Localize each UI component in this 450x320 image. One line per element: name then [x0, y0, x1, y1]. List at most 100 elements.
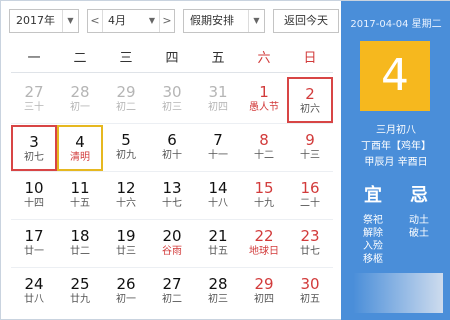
- day-number: 26: [116, 275, 136, 293]
- day-cell[interactable]: 29 初四: [241, 269, 287, 315]
- day-cell[interactable]: 27 三十: [11, 77, 57, 123]
- lunar-label: 廿一: [24, 246, 44, 257]
- lunar-label: 初四: [208, 102, 228, 113]
- day-cell[interactable]: 16 二十: [287, 173, 333, 219]
- day-number: 17: [24, 227, 44, 245]
- lunar-label: 十六: [116, 198, 136, 209]
- day-cell[interactable]: 3 初七: [11, 125, 57, 171]
- day-cell[interactable]: 8 十二: [241, 125, 287, 171]
- row-divider: [11, 171, 333, 172]
- day-cell[interactable]: 1 愚人节: [241, 77, 287, 123]
- day-cell[interactable]: 5 初九: [103, 125, 149, 171]
- day-cell[interactable]: 30 初五: [287, 269, 333, 315]
- day-number: 21: [208, 227, 228, 245]
- calendar-window: 2017年 ▼ < 4月 ▼ > 假期安排 ▼ 返回今天 一二三四五六日 27 三…: [0, 0, 450, 320]
- day-cell[interactable]: 28 初三: [195, 269, 241, 315]
- weekday-label: 一: [27, 51, 41, 66]
- day-number: 2: [305, 85, 315, 103]
- day-cell[interactable]: 31 初四: [195, 77, 241, 123]
- ji-title: 忌: [410, 185, 428, 206]
- day-cell[interactable]: 14 十八: [195, 173, 241, 219]
- lunar-label: 十四: [24, 198, 44, 209]
- day-cell[interactable]: 27 初二: [149, 269, 195, 315]
- day-number: 19: [116, 227, 136, 245]
- weekday-label: 五: [211, 51, 225, 66]
- day-cell[interactable]: 22 地球日: [241, 221, 287, 267]
- day-number: 18: [70, 227, 90, 245]
- watermark-blur: [353, 273, 443, 313]
- day-number: 22: [254, 227, 274, 245]
- day-number: 28: [208, 275, 228, 293]
- lunar-label: 十七: [162, 198, 182, 209]
- day-cell[interactable]: 29 初二: [103, 77, 149, 123]
- day-cell[interactable]: 12 十六: [103, 173, 149, 219]
- lunar-label: 十三: [300, 150, 320, 161]
- day-cell[interactable]: 10 十四: [11, 173, 57, 219]
- lunar-label: 初三: [208, 294, 228, 305]
- day-cell[interactable]: 15 十九: [241, 173, 287, 219]
- month-select-value: 4月: [108, 14, 126, 27]
- weekday-label: 二: [73, 51, 87, 66]
- year-select-value: 2017年: [16, 14, 55, 27]
- day-cell[interactable]: 6 初十: [149, 125, 195, 171]
- day-cell[interactable]: 18 廿二: [57, 221, 103, 267]
- lunar-label: 初二: [162, 294, 182, 305]
- day-number: 25: [70, 275, 90, 293]
- row-divider: [11, 219, 333, 220]
- day-cell[interactable]: 2 初六: [287, 77, 333, 123]
- day-cell[interactable]: 13 十七: [149, 173, 195, 219]
- day-cell-today[interactable]: 4 清明: [57, 125, 103, 171]
- back-to-today-label: 返回今天: [284, 14, 328, 27]
- lunar-label: 十二: [254, 150, 274, 161]
- day-number: 7: [213, 131, 223, 149]
- day-number: 10: [24, 179, 44, 197]
- year-select[interactable]: 2017年 ▼: [9, 9, 79, 33]
- holiday-select[interactable]: 假期安排 ▼: [183, 9, 265, 33]
- weekday-label: 三: [119, 51, 133, 66]
- day-cell[interactable]: 23 廿七: [287, 221, 333, 267]
- day-number: 30: [300, 275, 320, 293]
- lunar-label: 初七: [24, 152, 44, 163]
- day-number: 1: [259, 83, 269, 101]
- day-cell[interactable]: 25 廿九: [57, 269, 103, 315]
- lunar-label: 廿九: [70, 294, 90, 305]
- weekday-label: 日: [303, 51, 317, 66]
- lunar-label: 廿二: [70, 246, 90, 257]
- day-cell[interactable]: 17 廿一: [11, 221, 57, 267]
- day-cell[interactable]: 26 初一: [103, 269, 149, 315]
- prev-month-button[interactable]: <: [88, 10, 103, 32]
- month-selector: < 4月 ▼ >: [87, 9, 175, 33]
- day-cell[interactable]: 11 十五: [57, 173, 103, 219]
- lunar-label: 二十: [300, 198, 320, 209]
- day-cell[interactable]: 20 谷雨: [149, 221, 195, 267]
- lunar-label: 十一: [208, 150, 228, 161]
- day-cell[interactable]: 30 初三: [149, 77, 195, 123]
- chevron-down-icon: ▼: [62, 10, 78, 32]
- day-cell[interactable]: 21 廿五: [195, 221, 241, 267]
- day-cell[interactable]: 24 廿八: [11, 269, 57, 315]
- lunar-label: 谷雨: [162, 246, 182, 257]
- day-number: 29: [254, 275, 274, 293]
- lunar-label: 初四: [254, 294, 274, 305]
- lunar-label: 初一: [70, 102, 90, 113]
- day-number: 31: [208, 83, 228, 101]
- lunar-label: 初十: [162, 150, 182, 161]
- lunar-label: 廿三: [116, 246, 136, 257]
- day-number: 13: [162, 179, 182, 197]
- day-cell[interactable]: 28 初一: [57, 77, 103, 123]
- lunar-label: 初五: [300, 294, 320, 305]
- day-cell[interactable]: 7 十一: [195, 125, 241, 171]
- ji-item: 破土: [409, 228, 429, 239]
- lunar-label: 初九: [116, 150, 136, 161]
- next-month-button[interactable]: >: [159, 10, 174, 32]
- ganzhi-year: 丁酉年【鸡年】: [361, 141, 431, 152]
- day-cell[interactable]: 9 十三: [287, 125, 333, 171]
- weekday-label: 四: [165, 51, 179, 66]
- day-cell[interactable]: 19 廿三: [103, 221, 149, 267]
- month-select[interactable]: 4月 ▼: [103, 10, 159, 32]
- lunar-label: 初六: [300, 104, 320, 115]
- lunar-label: 廿八: [24, 294, 44, 305]
- back-to-today-button[interactable]: 返回今天: [273, 9, 339, 33]
- yi-item: 移柩: [363, 254, 383, 265]
- day-number: 3: [29, 133, 39, 151]
